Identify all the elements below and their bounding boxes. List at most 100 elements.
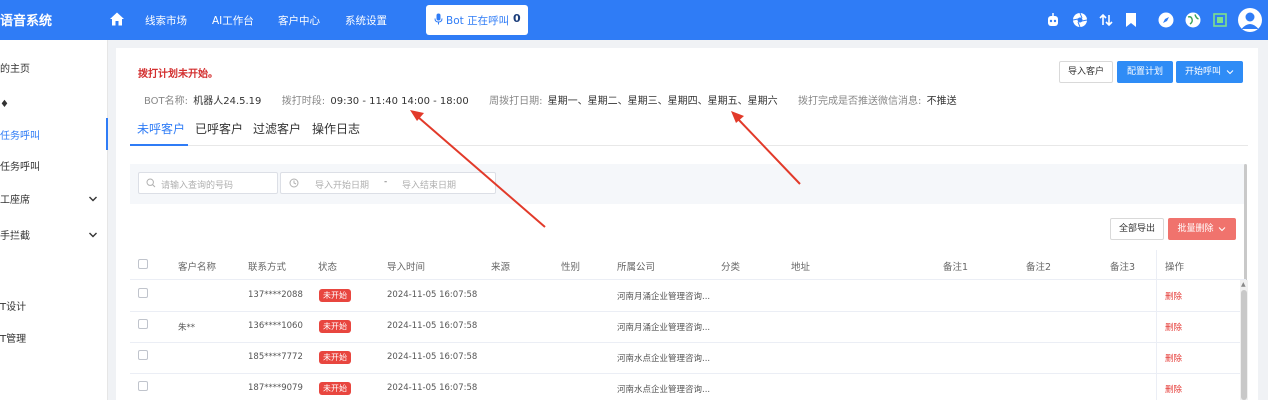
sidebar-item-diamond[interactable]: ♦ bbox=[0, 99, 9, 110]
bot-name-value: 机器人24.5.19 bbox=[193, 96, 262, 107]
status-badge: 未开始 bbox=[319, 382, 351, 395]
bot-status-count: 0 bbox=[513, 12, 521, 25]
sidebar-item-home[interactable]: 的主页 bbox=[0, 60, 30, 75]
call-days-value: 星期一、星期二、星期三、星期四、星期五、星期六 bbox=[547, 96, 778, 107]
table-row: 朱** 136****1060 未开始 2024-11-05 16:07:58 … bbox=[130, 312, 1246, 343]
delete-link[interactable]: 删除 bbox=[1165, 383, 1182, 395]
user-avatar[interactable] bbox=[1238, 8, 1262, 32]
tab-operation-log[interactable]: 操作日志 bbox=[312, 120, 360, 137]
sidebar-item-agent-seat[interactable]: 工座席 bbox=[0, 191, 30, 206]
plan-status-text: 拨打计划未开始。 bbox=[138, 69, 218, 80]
tab-uncalled-customers[interactable]: 未呼客户 bbox=[137, 120, 185, 137]
import-customers-button[interactable]: 导入客户 bbox=[1059, 61, 1113, 83]
chevron-down-icon[interactable] bbox=[88, 194, 98, 204]
status-badge: 未开始 bbox=[319, 320, 351, 333]
end-date-placeholder: 导入结束日期 bbox=[402, 181, 457, 191]
header-import-time: 导入时间 bbox=[387, 262, 426, 273]
clock-icon bbox=[289, 178, 299, 188]
chevron-down-icon bbox=[1219, 226, 1226, 231]
sort-arrows-icon[interactable] bbox=[1097, 11, 1115, 29]
compass-icon[interactable] bbox=[1157, 11, 1175, 29]
status-badge: 未开始 bbox=[319, 351, 351, 364]
fullscreen-icon[interactable] bbox=[1211, 11, 1229, 29]
header-customer-name: 客户名称 bbox=[178, 262, 217, 273]
globe-icon[interactable] bbox=[1184, 11, 1202, 29]
search-icon bbox=[146, 178, 156, 188]
microphone-icon bbox=[434, 13, 443, 25]
export-all-button[interactable]: 全部导出 bbox=[1110, 218, 1164, 240]
tab-called-customers[interactable]: 已呼客户 bbox=[195, 120, 243, 137]
delete-link[interactable]: 删除 bbox=[1165, 321, 1182, 333]
scrollbar-thumb[interactable] bbox=[1241, 290, 1247, 400]
active-tab-indicator bbox=[130, 144, 188, 146]
bot-calling-status[interactable]: Bot 正在呼叫 0 bbox=[426, 5, 528, 35]
cell-import-time: 2024-11-05 16:07:58 bbox=[387, 352, 478, 362]
table-scrollbar[interactable]: ▲ bbox=[1240, 280, 1248, 400]
sidebar-item-manual-intercept[interactable]: 手拦截 bbox=[0, 227, 30, 242]
cell-import-time: 2024-11-05 16:07:58 bbox=[387, 383, 478, 393]
brand-title: 语音系统 bbox=[0, 14, 53, 29]
configure-plan-button[interactable]: 配置计划 bbox=[1117, 61, 1173, 83]
row-checkbox[interactable] bbox=[138, 319, 148, 329]
nav-system-settings[interactable]: 系统设置 bbox=[345, 13, 387, 28]
time-range-value: 09:30 - 11:40 14:00 - 18:00 bbox=[330, 96, 469, 107]
actions-column-divider bbox=[1156, 250, 1157, 400]
batch-delete-button[interactable]: 批量删除 bbox=[1168, 218, 1236, 240]
robot-icon[interactable] bbox=[1044, 11, 1062, 29]
call-plan-card: 拨打计划未开始。 BOT名称: 机器人24.5.19 拨打时段: 09:30 -… bbox=[116, 48, 1258, 400]
cell-import-time: 2024-11-05 16:07:58 bbox=[387, 321, 478, 331]
row-checkbox[interactable] bbox=[138, 288, 148, 298]
chevron-down-icon bbox=[1226, 69, 1234, 74]
tabs-divider bbox=[130, 145, 1248, 146]
wechat-push-value: 不推送 bbox=[926, 96, 957, 107]
phone-search-placeholder: 请输入查询的号码 bbox=[161, 181, 234, 191]
batch-delete-label: 批量删除 bbox=[1177, 224, 1214, 234]
cell-phone: 136****1060 bbox=[248, 321, 303, 331]
header-status: 状态 bbox=[318, 262, 338, 273]
header-contact: 联系方式 bbox=[248, 262, 287, 273]
cell-company: 河南水点企业管理咨询... bbox=[617, 354, 711, 364]
aperture-icon[interactable] bbox=[1071, 11, 1089, 29]
date-separator: - bbox=[384, 177, 388, 187]
sidebar-item-management[interactable]: T管理 bbox=[0, 330, 26, 345]
nav-ai-workbench[interactable]: AI工作台 bbox=[212, 13, 254, 28]
import-date-range-picker[interactable]: 导入开始日期 - 导入结束日期 bbox=[280, 172, 496, 194]
nav-customer-center[interactable]: 客户中心 bbox=[278, 13, 320, 28]
tab-filtered-customers[interactable]: 过滤客户 bbox=[253, 120, 301, 137]
time-range-label: 拨打时段: bbox=[281, 96, 326, 107]
start-calling-button[interactable]: 开始呼叫 bbox=[1176, 61, 1243, 83]
wechat-push-label: 拨打完成是否推送微信消息: bbox=[798, 96, 922, 107]
cell-company: 河南月涌企业管理咨询... bbox=[617, 323, 711, 333]
nav-clue-market[interactable]: 线索市场 bbox=[145, 13, 187, 28]
cell-phone: 137****2088 bbox=[248, 290, 303, 300]
header-gender: 性别 bbox=[561, 262, 581, 273]
sidebar-item-task-call[interactable]: 任务呼叫 bbox=[0, 158, 40, 173]
scroll-up-icon[interactable]: ▲ bbox=[1241, 281, 1246, 288]
bot-name-label: BOT名称: bbox=[144, 96, 189, 107]
phone-search-input[interactable]: 请输入查询的号码 bbox=[138, 172, 278, 194]
sidebar-item-design[interactable]: T设计 bbox=[0, 298, 26, 313]
row-checkbox[interactable] bbox=[138, 350, 148, 360]
cell-phone: 185****7772 bbox=[248, 352, 303, 362]
call-days-label: 周拨打日期: bbox=[489, 96, 543, 107]
header-source: 来源 bbox=[491, 262, 511, 273]
header-note2: 备注2 bbox=[1026, 262, 1052, 273]
sidebar-active-indicator bbox=[106, 118, 108, 150]
status-badge: 未开始 bbox=[319, 289, 351, 302]
start-calling-label: 开始呼叫 bbox=[1185, 67, 1222, 77]
row-checkbox[interactable] bbox=[138, 381, 148, 391]
bookmark-icon[interactable] bbox=[1122, 11, 1140, 29]
delete-link[interactable]: 删除 bbox=[1165, 352, 1182, 364]
cell-company: 河南水点企业管理咨询... bbox=[617, 385, 711, 395]
chevron-down-icon[interactable] bbox=[88, 230, 98, 240]
header-category: 分类 bbox=[721, 262, 741, 273]
home-icon[interactable] bbox=[109, 11, 125, 27]
table-row: 137****2088 未开始 2024-11-05 16:07:58 河南月涌… bbox=[130, 281, 1246, 312]
sidebar: 的主页 ♦ 任务呼叫 任务呼叫 工座席 手拦截 T设计 T管理 bbox=[0, 40, 108, 400]
sidebar-item-task-call-active[interactable]: 任务呼叫 bbox=[0, 127, 40, 142]
customer-table: 客户名称 联系方式 状态 导入时间 来源 性别 所属公司 分类 地址 备注1 备… bbox=[130, 250, 1248, 400]
table-row: 187****9079 未开始 2024-11-05 16:07:58 河南水点… bbox=[130, 374, 1246, 400]
start-date-placeholder: 导入开始日期 bbox=[315, 181, 370, 191]
delete-link[interactable]: 删除 bbox=[1165, 290, 1182, 302]
select-all-checkbox[interactable] bbox=[138, 259, 148, 269]
